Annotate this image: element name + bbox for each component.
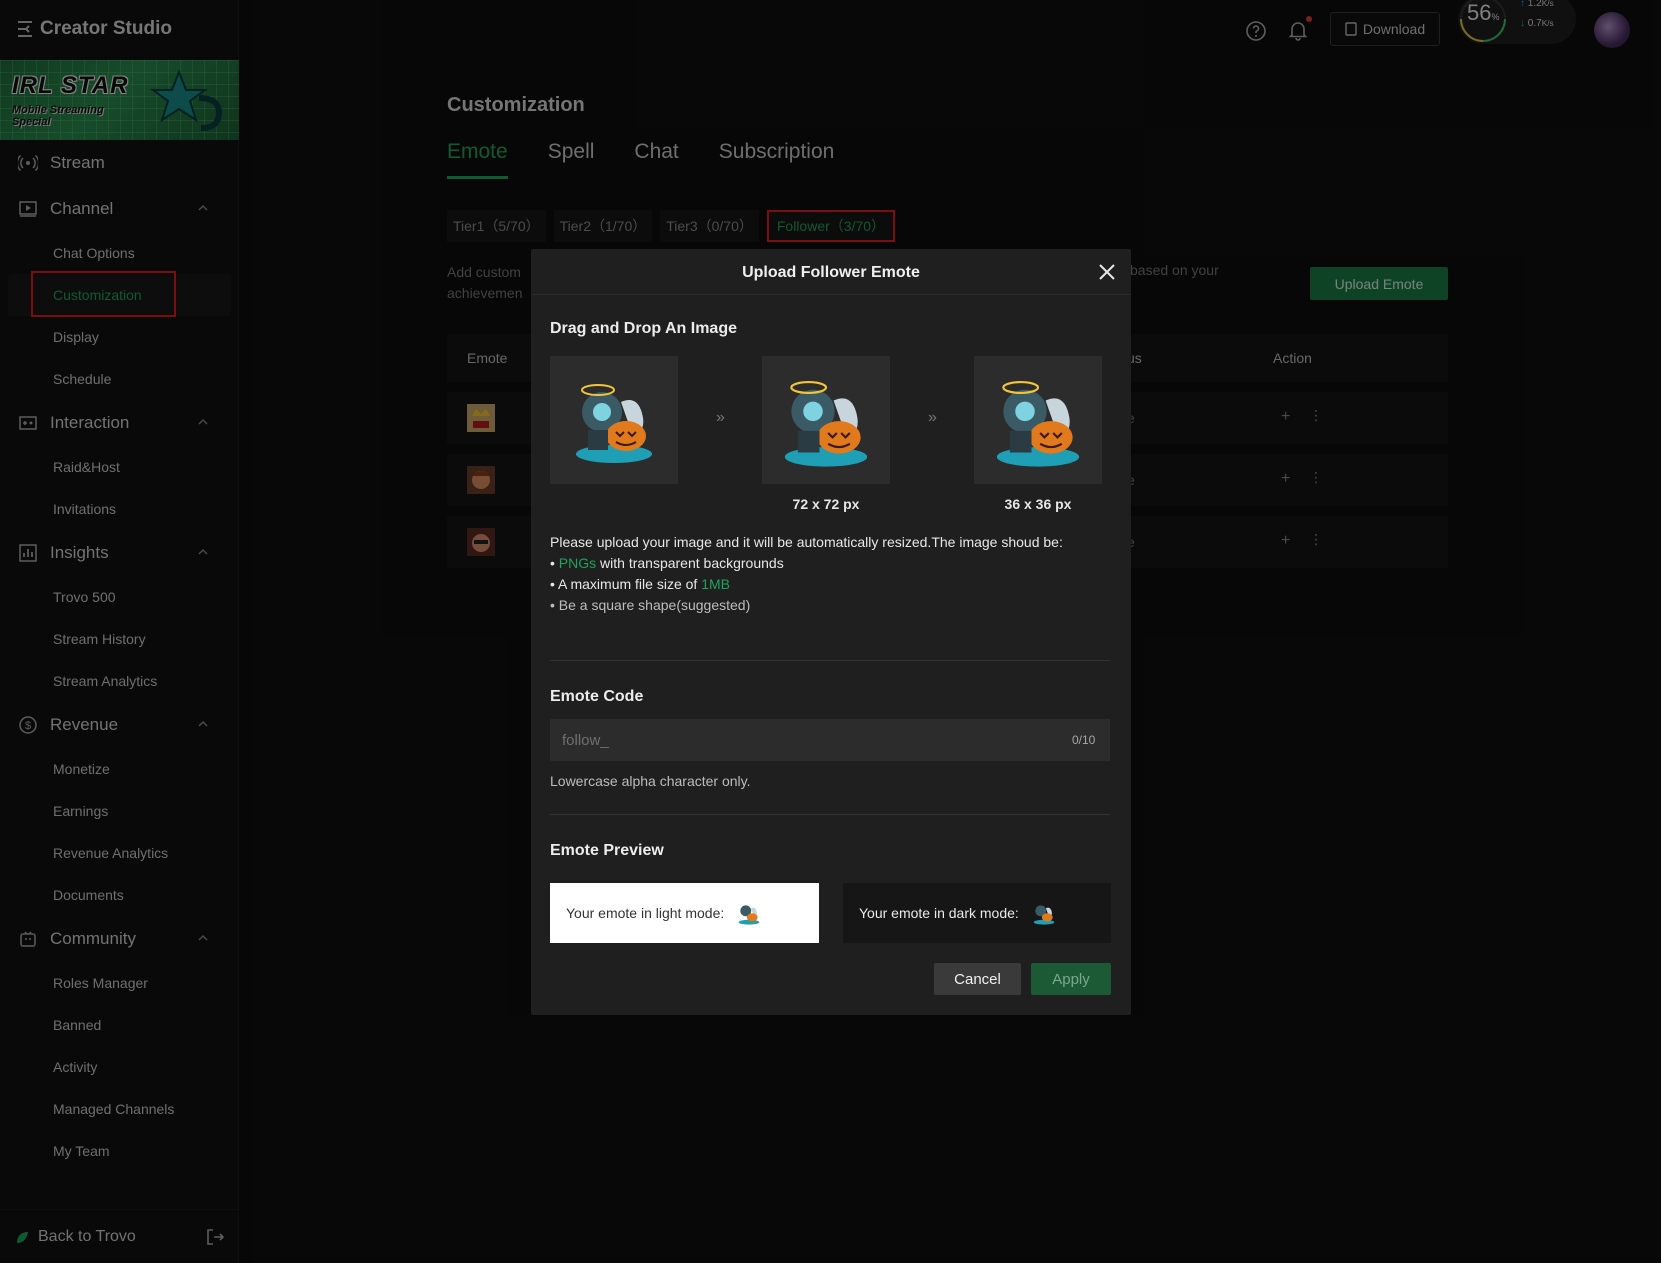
modal-title: Upload Follower Emote xyxy=(742,264,920,281)
preview-36 xyxy=(974,356,1102,484)
dark-mode-label: Your emote in dark mode: xyxy=(859,905,1019,921)
resize-arrow: » xyxy=(928,409,937,426)
upload-requirements: Please upload your image and it will be … xyxy=(550,532,1095,616)
char-counter: 0/10 xyxy=(1072,733,1096,747)
upload-follower-emote-dialog: Upload Follower Emote Drag and Drop An I… xyxy=(531,249,1131,1015)
rule-size: • A maximum file size of 1MB xyxy=(550,576,730,592)
size-label-72: 72 x 72 px xyxy=(792,496,860,512)
preview-72 xyxy=(762,356,890,484)
pumpkin-robot-emote-image xyxy=(996,381,1080,467)
divider xyxy=(550,814,1110,815)
pumpkin-robot-emote-image xyxy=(784,381,868,467)
rule-square: • Be a square shape(suggested) xyxy=(550,597,751,613)
divider xyxy=(550,660,1110,661)
emote-code-input[interactable] xyxy=(550,719,1110,761)
emote-preview-heading: Emote Preview xyxy=(550,842,664,859)
image-drop-zone[interactable] xyxy=(550,356,678,484)
emote-code-hint: Lowercase alpha character only. xyxy=(550,773,751,789)
drag-drop-heading: Drag and Drop An Image xyxy=(550,320,737,337)
light-mode-preview: Your emote in light mode: xyxy=(550,883,819,943)
apply-button[interactable]: Apply xyxy=(1031,963,1111,995)
emote-preview-icon xyxy=(1033,905,1055,925)
size-label-36: 36 x 36 px xyxy=(1004,496,1072,512)
cancel-button[interactable]: Cancel xyxy=(934,963,1021,995)
pumpkin-robot-emote-image xyxy=(576,384,652,463)
resize-arrow: » xyxy=(716,409,725,426)
modal-header: Upload Follower Emote xyxy=(531,249,1131,295)
close-icon[interactable] xyxy=(1097,262,1117,282)
rules-intro: Please upload your image and it will be … xyxy=(550,534,1063,550)
emote-code-heading: Emote Code xyxy=(550,688,644,705)
emote-preview-icon xyxy=(738,905,760,925)
dark-mode-preview: Your emote in dark mode: xyxy=(843,883,1111,943)
light-mode-label: Your emote in light mode: xyxy=(566,905,725,921)
rule-png: • PNGs with transparent backgrounds xyxy=(550,555,784,571)
